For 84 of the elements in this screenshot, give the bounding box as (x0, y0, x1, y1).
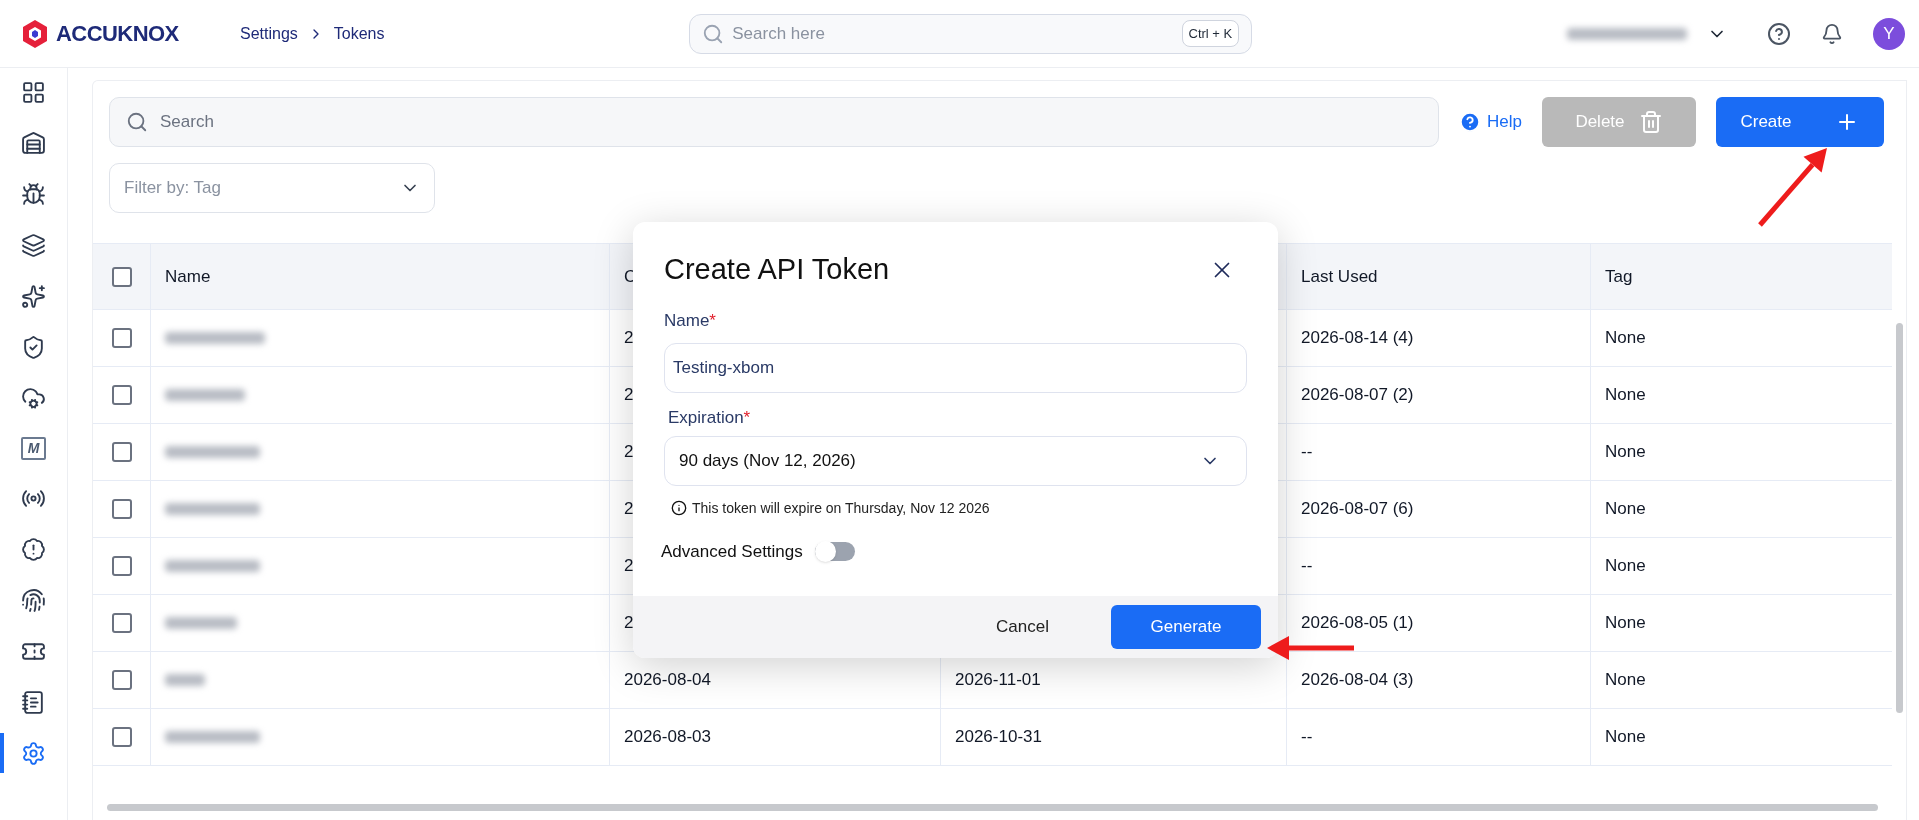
table-cell-text: None (1605, 555, 1646, 578)
table-cell-text: 2026-10-31 (955, 726, 1042, 749)
help-icon[interactable] (1767, 21, 1791, 46)
table-cell-text: None (1605, 726, 1646, 749)
cancel-button[interactable]: Cancel (986, 606, 1059, 648)
global-search-field[interactable]: Search here Ctrl + K (689, 13, 1253, 54)
column-header: Last Used (1301, 265, 1378, 288)
checkbox[interactable] (111, 442, 132, 462)
dialog-title: Create API Token (664, 252, 890, 287)
table-cell-text: None (1605, 441, 1646, 464)
checkbox[interactable] (111, 613, 132, 633)
checkbox[interactable] (111, 670, 132, 690)
field-label: Name* (664, 309, 717, 332)
table-cell-text: -- (1301, 441, 1313, 464)
sidebar-icon[interactable]: M (21, 437, 46, 460)
name-input[interactable]: Testing-xbom (664, 343, 1247, 393)
table-cell-text: None (1605, 612, 1646, 635)
horizontal-scrollbar[interactable] (107, 804, 1878, 811)
search-icon (702, 22, 725, 45)
table-cell-text: 2026-08-04 (624, 669, 711, 692)
sidebar-icon[interactable] (21, 537, 46, 562)
table-cell-text: 2026-11-01 (955, 669, 1041, 692)
table-cell-text: 2 (624, 612, 634, 635)
sidebar-icon[interactable] (21, 386, 46, 411)
column-header: Tag (1605, 265, 1633, 288)
table-cell-text: 2 (624, 441, 634, 464)
create-button[interactable]: Create (1715, 97, 1884, 147)
checkbox[interactable] (111, 266, 132, 287)
search-icon (126, 111, 148, 133)
logo-text: ACCUKNOX (56, 20, 179, 48)
redacted-text (165, 674, 205, 686)
bell-icon[interactable] (1821, 22, 1843, 45)
checkbox[interactable] (111, 328, 132, 348)
table-cell-text: 2 (624, 555, 634, 578)
checkbox[interactable] (111, 727, 132, 747)
sidebar-icon[interactable] (21, 80, 46, 105)
sidebar-icon[interactable] (21, 284, 46, 309)
table-cell-text: 2 (624, 384, 634, 407)
sidebar-icon[interactable] (21, 690, 46, 715)
logo-icon (20, 18, 50, 49)
settings-icon[interactable] (21, 741, 46, 766)
help-link[interactable]: Help (1459, 109, 1522, 135)
search-input[interactable]: Search (160, 109, 1422, 135)
search-field[interactable]: Search (109, 97, 1439, 147)
sidebar-icon[interactable] (21, 233, 46, 258)
checkbox[interactable] (111, 499, 132, 519)
table-cell-text: None (1605, 327, 1646, 350)
sidebar-icon[interactable] (21, 588, 46, 613)
checkbox[interactable] (111, 556, 132, 576)
generate-button[interactable]: Generate (1111, 605, 1261, 649)
sidebar-icon[interactable] (21, 131, 46, 156)
info-icon (671, 500, 687, 516)
table-cell-text: 2026-08-07 (6) (1301, 498, 1414, 521)
table-cell-text: 2026-08-14 (4) (1301, 327, 1414, 350)
table-cell-text: 2 (624, 327, 634, 350)
user-avatar[interactable]: Y (1873, 17, 1905, 50)
field-label: Expiration* (668, 407, 752, 429)
table-cell-text: None (1605, 384, 1646, 407)
breadcrumb-current: Tokens (333, 23, 385, 44)
checkbox[interactable] (111, 385, 132, 405)
trash-icon (1638, 110, 1663, 134)
table-cell-text: 2026-08-07 (2) (1301, 384, 1414, 407)
table-cell-text: None (1605, 498, 1646, 521)
help-text: Help (1487, 111, 1522, 134)
table-cell-text: 2026-08-05 (1) (1301, 612, 1414, 635)
column-header: Name (165, 265, 211, 288)
breadcrumb-link[interactable]: Settings (240, 21, 298, 46)
toggle-label: Advanced Settings (661, 540, 803, 563)
sidebar-icon[interactable] (21, 182, 46, 207)
table-cell-text: 2026-08-04 (3) (1301, 669, 1414, 692)
redacted-text (165, 617, 237, 629)
table-cell-text: 2026-08-03 (624, 726, 711, 749)
table-cell-text: 2 (624, 498, 634, 521)
table-cell-text: -- (1301, 555, 1313, 578)
expiration-dropdown[interactable]: 90 days (Nov 12, 2026) (664, 435, 1247, 486)
shortcut-key: Ctrl + K (1181, 19, 1240, 48)
table-cell-text: None (1605, 669, 1646, 692)
expiry-note: This token will expire on Thursday, Nov 12 2026 (692, 498, 990, 518)
advanced-settings-toggle[interactable] (814, 541, 855, 561)
global-search-input[interactable]: Search here (732, 20, 1174, 47)
table-cell-text: -- (1301, 726, 1313, 749)
sidebar-icon[interactable] (21, 335, 46, 360)
help-icon (1459, 111, 1481, 133)
vertical-scrollbar[interactable] (1895, 323, 1903, 713)
